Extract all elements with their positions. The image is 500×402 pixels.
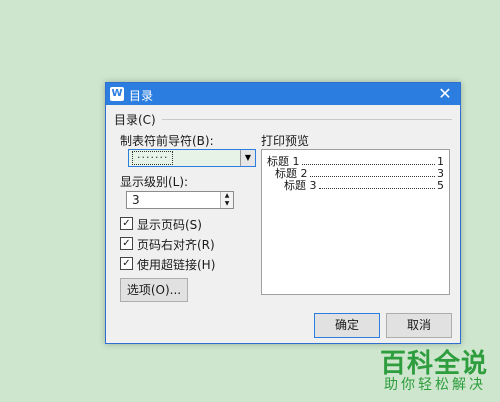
print-preview: 标题 1 1 标题 2 3 标题 3 5 (261, 149, 450, 295)
group-label: 目录(C) (114, 113, 156, 127)
toc-entry-page: 5 (437, 179, 444, 192)
level-value: 3 (132, 193, 140, 207)
level-label: 显示级别(L): (120, 175, 189, 189)
dropdown-arrow-icon[interactable]: ▼ (240, 150, 255, 166)
toc-entry-3: 标题 3 5 (284, 180, 444, 192)
preview-label: 打印预览 (261, 134, 310, 148)
toc-leader (301, 164, 435, 165)
dialog-titlebar: W 目录 ✕ (106, 83, 460, 105)
right-align-page-label: 页码右对齐(R) (137, 238, 215, 252)
watermark-subtitle: 助你轻松解决 (384, 377, 486, 393)
checkmark-icon[interactable]: ✓ (120, 237, 133, 250)
options-button[interactable]: 选项(O)... (120, 278, 188, 302)
toc-leader (318, 188, 435, 189)
leader-label: 制表符前导符(B): (120, 134, 214, 148)
group-divider (162, 119, 452, 120)
dialog-title: 目录 (129, 89, 154, 103)
toc-dialog: W 目录 ✕ 目录(C) 制表符前导符(B): ······· ▼ 显示级别(L… (105, 82, 461, 344)
checkmark-icon[interactable]: ✓ (120, 217, 133, 230)
use-hyperlink-label: 使用超链接(H) (137, 258, 216, 272)
checkmark-icon[interactable]: ✓ (120, 257, 133, 270)
cancel-button[interactable]: 取消 (386, 313, 452, 338)
ok-button[interactable]: 确定 (314, 313, 380, 338)
toc-entry-text: 标题 3 (284, 179, 317, 192)
spin-down-icon[interactable]: ▼ (221, 200, 233, 208)
spinner-buttons: ▲ ▼ (220, 192, 233, 208)
toc-leader (309, 176, 435, 177)
close-icon[interactable]: ✕ (436, 85, 454, 103)
leader-value: ······· (132, 151, 174, 165)
level-spinner[interactable]: 3 ▲ ▼ (126, 191, 234, 209)
wps-writer-icon: W (110, 87, 124, 101)
leader-select[interactable]: ······· ▼ (128, 149, 256, 167)
show-page-number-label: 显示页码(S) (137, 218, 202, 232)
